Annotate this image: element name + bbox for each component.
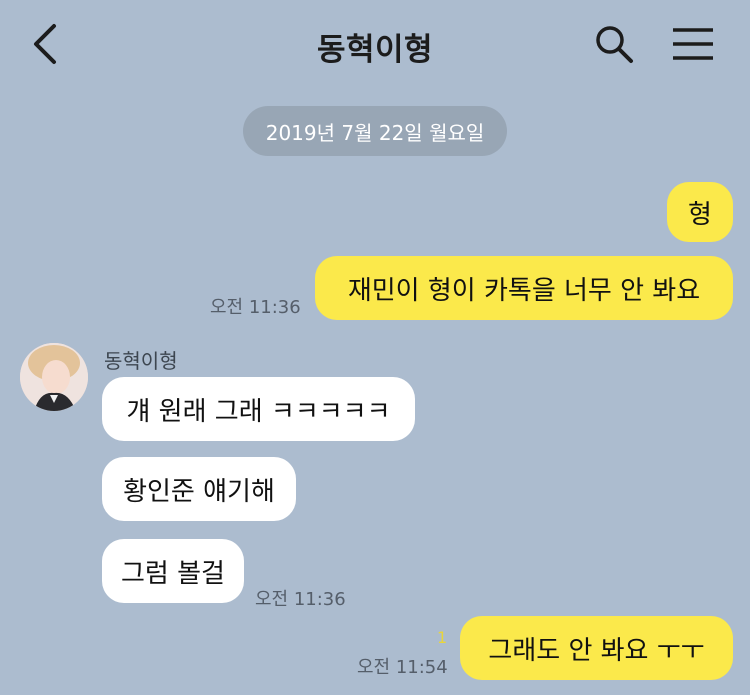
unread-count: 1	[437, 628, 448, 647]
message-bubble-mine[interactable]: 재민이 형이 카톡을 너무 안 봐요	[315, 256, 733, 320]
sender-name: 동혁이형	[104, 349, 178, 373]
chat-header: 동혁이형	[0, 0, 750, 88]
message-bubble-mine[interactable]: 그래도 안 봐요 ㅜㅜ	[460, 616, 733, 680]
message-bubble-theirs[interactable]: 그럼 볼걸	[102, 539, 244, 603]
message-time: 오전 11:36	[210, 297, 301, 318]
profile-avatar[interactable]	[20, 343, 88, 411]
search-icon[interactable]	[594, 24, 634, 64]
avatar-photo	[20, 343, 88, 411]
message-time: 오전 11:54	[357, 657, 448, 678]
message-bubble-theirs[interactable]: 황인준 얘기해	[102, 457, 296, 521]
hamburger-menu-icon[interactable]	[672, 27, 714, 61]
message-time: 오전 11:36	[255, 589, 346, 610]
message-bubble-theirs[interactable]: 걔 원래 그래 ㅋㅋㅋㅋㅋ	[102, 377, 415, 441]
chat-title: 동혁이형	[316, 32, 434, 68]
date-divider: 2019년 7월 22일 월요일	[243, 106, 507, 156]
message-bubble-mine[interactable]: 형	[667, 182, 733, 242]
